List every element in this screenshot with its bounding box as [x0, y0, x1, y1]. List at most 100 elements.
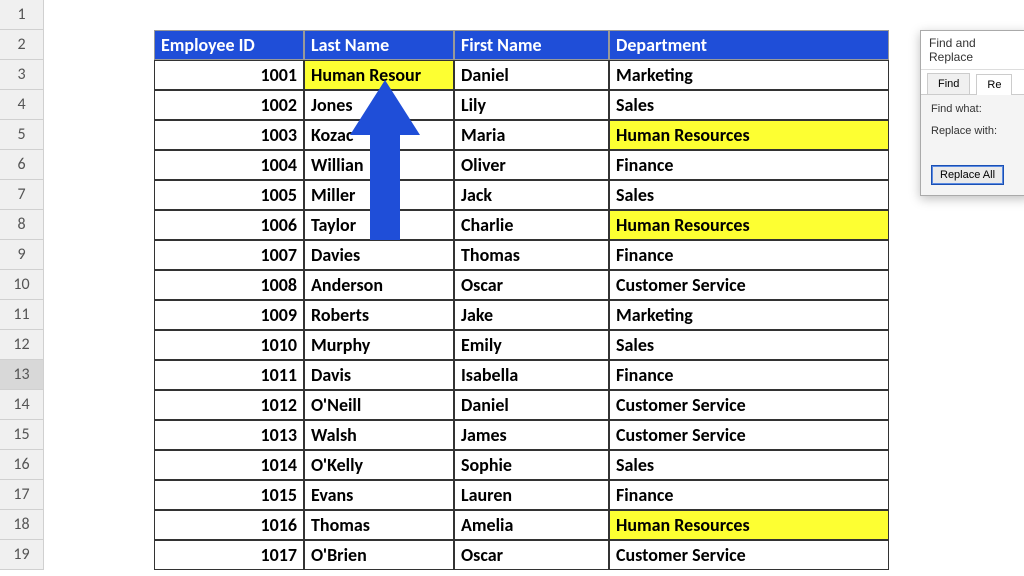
cell-first-name[interactable]: Lily — [454, 90, 609, 120]
cell-department[interactable]: Customer Service — [609, 540, 889, 570]
row-header[interactable]: 13 — [0, 360, 44, 390]
cell-department[interactable]: Sales — [609, 90, 889, 120]
row-header[interactable]: 7 — [0, 180, 44, 210]
cell-employee-id[interactable]: 1012 — [154, 390, 304, 420]
cell-employee-id[interactable]: 1013 — [154, 420, 304, 450]
row-header[interactable]: 5 — [0, 120, 44, 150]
dialog-title[interactable]: Find and Replace — [921, 31, 1024, 70]
cell-department[interactable]: Human Resources — [609, 510, 889, 540]
row-header[interactable]: 10 — [0, 270, 44, 300]
row-header[interactable]: 8 — [0, 210, 44, 240]
cell-department[interactable]: Human Resources — [609, 210, 889, 240]
cell[interactable] — [44, 60, 154, 90]
cell-first-name[interactable]: Oscar — [454, 540, 609, 570]
replace-all-button[interactable]: Replace All — [931, 165, 1004, 185]
cell-department[interactable]: Customer Service — [609, 270, 889, 300]
cell-last-name[interactable]: Thomas — [304, 510, 454, 540]
cell[interactable] — [44, 450, 154, 480]
cell-employee-id[interactable]: 1009 — [154, 300, 304, 330]
row-header[interactable]: 2 — [0, 30, 44, 60]
cell-department[interactable]: Finance — [609, 240, 889, 270]
cell-first-name[interactable]: Oliver — [454, 150, 609, 180]
cell-last-name[interactable]: Davis — [304, 360, 454, 390]
cell[interactable] — [44, 30, 154, 60]
row-header[interactable]: 4 — [0, 90, 44, 120]
cell[interactable] — [44, 360, 154, 390]
cell-employee-id[interactable]: 1005 — [154, 180, 304, 210]
cell-department[interactable]: Marketing — [609, 60, 889, 90]
cell-first-name[interactable]: Maria — [454, 120, 609, 150]
cell[interactable] — [304, 0, 454, 30]
row-header[interactable]: 14 — [0, 390, 44, 420]
cell-employee-id[interactable]: 1011 — [154, 360, 304, 390]
cell-employee-id[interactable]: 1006 — [154, 210, 304, 240]
row-header[interactable]: 6 — [0, 150, 44, 180]
cell-first-name[interactable]: James — [454, 420, 609, 450]
cell[interactable] — [889, 510, 1024, 540]
cell[interactable] — [889, 390, 1024, 420]
cell-last-name[interactable]: Davies — [304, 240, 454, 270]
cell-employee-id[interactable]: 1017 — [154, 540, 304, 570]
cell-last-name[interactable]: Human Resour — [304, 60, 454, 90]
cell-first-name[interactable]: Daniel — [454, 390, 609, 420]
cell[interactable] — [44, 90, 154, 120]
cell[interactable] — [454, 0, 609, 30]
cell[interactable] — [44, 480, 154, 510]
cell[interactable] — [889, 360, 1024, 390]
cell[interactable] — [44, 240, 154, 270]
cell-department[interactable]: Sales — [609, 180, 889, 210]
tab-find[interactable]: Find — [927, 73, 970, 94]
cell-first-name[interactable]: Jake — [454, 300, 609, 330]
row-header[interactable]: 16 — [0, 450, 44, 480]
cell-first-name[interactable]: Charlie — [454, 210, 609, 240]
cell[interactable] — [889, 270, 1024, 300]
row-header[interactable]: 15 — [0, 420, 44, 450]
cell-first-name[interactable]: Oscar — [454, 270, 609, 300]
cell[interactable] — [44, 120, 154, 150]
row-header[interactable]: 11 — [0, 300, 44, 330]
cell-first-name[interactable]: Emily — [454, 330, 609, 360]
cell-department[interactable]: Finance — [609, 150, 889, 180]
cell-last-name[interactable]: Taylor — [304, 210, 454, 240]
cell-employee-id[interactable]: 1010 — [154, 330, 304, 360]
cell-first-name[interactable]: Jack — [454, 180, 609, 210]
cell-last-name[interactable]: Evans — [304, 480, 454, 510]
cell-first-name[interactable]: Amelia — [454, 510, 609, 540]
cell-employee-id[interactable]: 1001 — [154, 60, 304, 90]
cell-last-name[interactable]: Miller — [304, 180, 454, 210]
cell[interactable] — [609, 0, 889, 30]
cell-department[interactable]: Finance — [609, 360, 889, 390]
cell[interactable] — [889, 210, 1024, 240]
cell-employee-id[interactable]: 1004 — [154, 150, 304, 180]
cell-last-name[interactable]: Willian — [304, 150, 454, 180]
cell[interactable] — [889, 480, 1024, 510]
cell[interactable] — [889, 240, 1024, 270]
cell-last-name[interactable]: O'Kelly — [304, 450, 454, 480]
cell-employee-id[interactable]: 1002 — [154, 90, 304, 120]
cell[interactable] — [154, 0, 304, 30]
tab-replace[interactable]: Re — [976, 74, 1012, 95]
cell-last-name[interactable]: O'Brien — [304, 540, 454, 570]
cell-first-name[interactable]: Lauren — [454, 480, 609, 510]
row-header[interactable]: 18 — [0, 510, 44, 540]
cell[interactable] — [889, 420, 1024, 450]
cell-first-name[interactable]: Daniel — [454, 60, 609, 90]
cell[interactable] — [889, 540, 1024, 570]
cell-employee-id[interactable]: 1003 — [154, 120, 304, 150]
cell[interactable] — [889, 450, 1024, 480]
row-header[interactable]: 12 — [0, 330, 44, 360]
cell[interactable] — [44, 0, 154, 30]
cell-department[interactable]: Customer Service — [609, 390, 889, 420]
row-header[interactable]: 19 — [0, 540, 44, 570]
cell-department[interactable]: Sales — [609, 450, 889, 480]
cell-employee-id[interactable]: 1016 — [154, 510, 304, 540]
cell[interactable] — [44, 330, 154, 360]
column-header[interactable]: Employee ID — [154, 30, 304, 60]
cell[interactable] — [44, 540, 154, 570]
cell[interactable] — [44, 180, 154, 210]
cell-department[interactable]: Sales — [609, 330, 889, 360]
column-header[interactable]: Department — [609, 30, 889, 60]
cell-department[interactable]: Customer Service — [609, 420, 889, 450]
cell-department[interactable]: Finance — [609, 480, 889, 510]
cell[interactable] — [44, 510, 154, 540]
